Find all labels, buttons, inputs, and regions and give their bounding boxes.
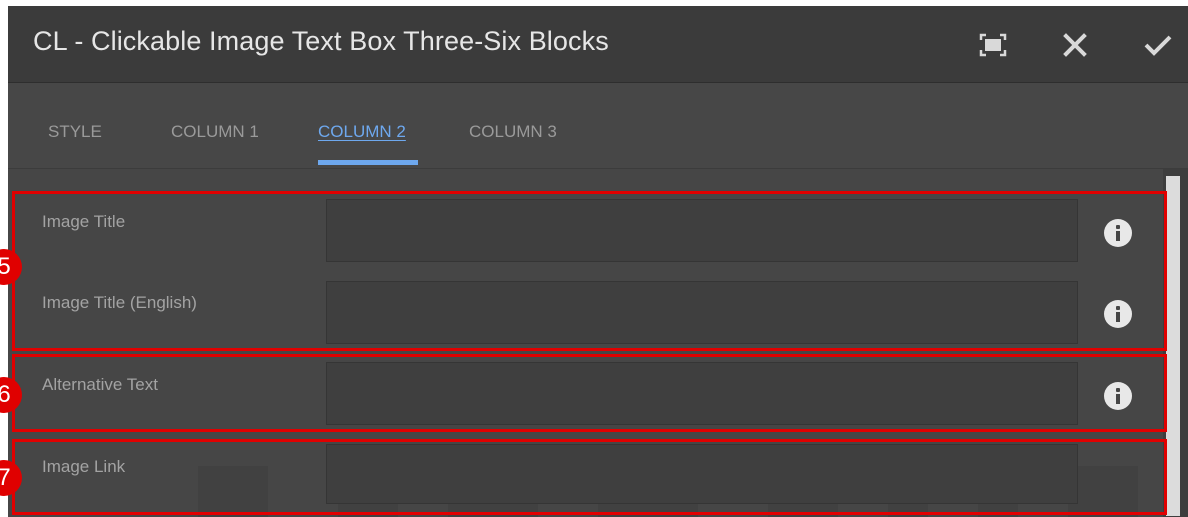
active-tab-indicator [318,160,418,165]
tab-column-3[interactable]: COLUMN 3 [469,122,557,142]
tab-column-1[interactable]: COLUMN 1 [171,122,259,142]
tab-bar: STYLE COLUMN 1 COLUMN 2 COLUMN 3 [8,83,1188,169]
scrollbar-thumb[interactable] [1166,176,1180,516]
fullscreen-button[interactable] [976,28,1010,62]
image-link-input[interactable] [326,444,1078,504]
checkmark-icon [1140,28,1174,62]
info-icon[interactable] [1104,382,1132,410]
close-icon [1058,28,1092,62]
dialog: CL - Clickable Image Text Box Three-Six … [8,6,1188,517]
tab-column-2[interactable]: COLUMN 2 [318,122,406,142]
dialog-header: CL - Clickable Image Text Box Three-Six … [8,6,1188,83]
fullscreen-icon [976,28,1010,62]
image-link-label: Image Link [42,457,126,476]
dialog-title: CL - Clickable Image Text Box Three-Six … [33,26,609,56]
image-title-english-label: Image Title (English) [42,293,197,312]
image-title-input[interactable] [326,199,1078,262]
info-icon[interactable] [1104,219,1132,247]
done-button[interactable] [1140,28,1174,62]
image-title-label: Image Title [42,212,126,231]
alternative-text-label: Alternative Text [42,375,158,394]
info-icon[interactable] [1104,300,1132,328]
image-title-english-input[interactable] [326,281,1078,344]
alternative-text-input[interactable] [326,362,1078,425]
tab-style[interactable]: STYLE [48,122,102,142]
close-button[interactable] [1058,28,1092,62]
